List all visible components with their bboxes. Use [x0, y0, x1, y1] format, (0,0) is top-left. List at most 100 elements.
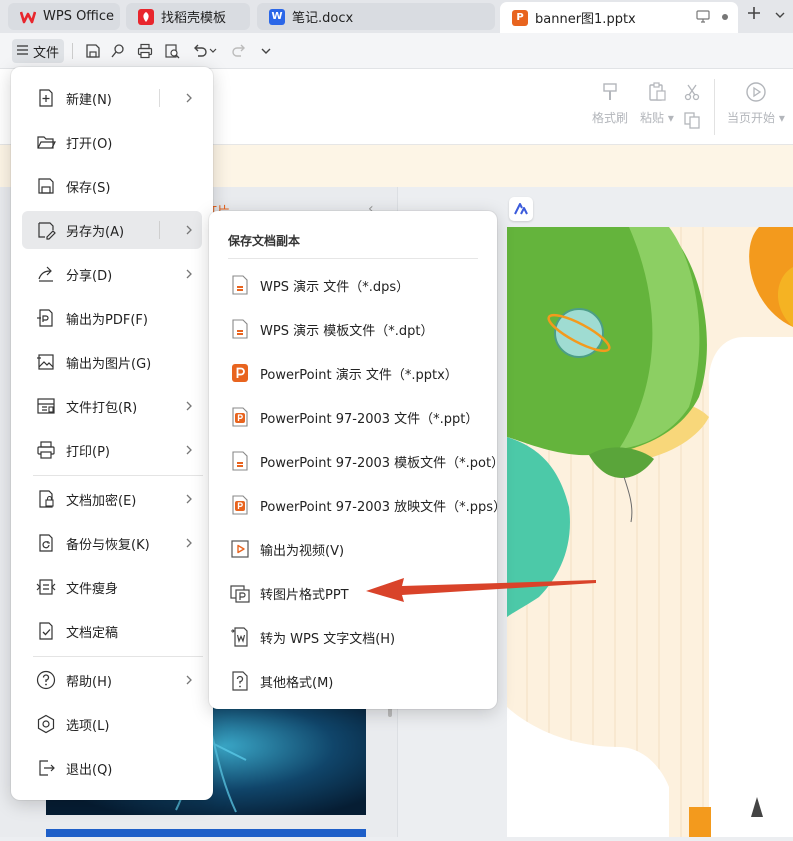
play-icon — [746, 82, 766, 102]
image-export-icon — [37, 354, 54, 370]
file-menu-item-open[interactable]: 打开(O) — [22, 123, 202, 161]
file-menu-item-label: 保存(S) — [66, 180, 111, 196]
format-painter-button[interactable]: 格式刷 — [592, 81, 628, 126]
export-video[interactable]: 输出为视频(V) — [219, 530, 487, 568]
save-icon[interactable] — [83, 41, 103, 61]
paste-icon — [649, 82, 666, 101]
file-menu-item-export-image[interactable]: 输出为图片(G) — [22, 343, 202, 381]
convert-wps-writer[interactable]: 转为 WPS 文字文档(H) — [219, 618, 487, 656]
ppt-file-icon — [232, 407, 248, 427]
folder-open-icon — [37, 136, 56, 149]
help-icon — [36, 670, 56, 690]
tab-wps-office[interactable]: WPS Office — [8, 3, 120, 30]
file-menu-item-save-as[interactable]: 另存为(A) — [22, 211, 202, 249]
redo-icon[interactable] — [229, 41, 249, 61]
monitor-icon[interactable] — [696, 10, 710, 27]
file-menu-item-exit[interactable]: 退出(Q) — [22, 749, 202, 787]
item-separator — [159, 221, 160, 239]
tab-docer-templates[interactable]: 找稻壳模板 — [126, 3, 250, 30]
save-icon — [38, 178, 54, 194]
print-icon[interactable] — [135, 41, 155, 61]
paste-button[interactable]: 粘贴 ▾ — [640, 81, 674, 126]
chevron-down-icon[interactable] — [775, 7, 785, 23]
file-menu-item-label: 打开(O) — [66, 136, 113, 152]
file-menu-item-label: 文档加密(E) — [66, 493, 137, 509]
save-as-ppt[interactable]: PowerPoint 97-2003 文件（*.ppt） — [219, 398, 487, 436]
menu-divider — [33, 475, 203, 476]
save-as-pot[interactable]: PowerPoint 97-2003 模板文件（*.pot） — [219, 442, 504, 480]
file-menu-item-finalize[interactable]: 文档定稿 — [22, 612, 202, 650]
save-as-item-label: WPS 演示 文件（*.dps） — [260, 279, 410, 295]
tab-label: banner图1.pptx — [535, 12, 636, 27]
backup-icon — [39, 534, 53, 552]
share-icon — [38, 266, 53, 282]
tab-label: 找稻壳模板 — [161, 11, 227, 26]
file-menu-item-options[interactable]: 选项(L) — [22, 705, 202, 743]
pptx-file-icon — [232, 364, 248, 382]
ai-assistant-icon[interactable] — [509, 197, 533, 221]
save-as-other-formats[interactable]: 其他格式(M) — [219, 662, 487, 700]
file-menu-item-label: 打印(P) — [66, 444, 110, 460]
submenu-header: 保存文档副本 — [228, 234, 301, 248]
file-menu-item-label: 退出(Q) — [66, 762, 113, 778]
file-menu-button[interactable]: 文件 — [12, 39, 64, 63]
save-as-item-label: PowerPoint 97-2003 模板文件（*.pot） — [260, 455, 505, 471]
tab-label: WPS Office — [43, 9, 115, 24]
file-menu-item-package[interactable]: 文件打包(R) — [22, 387, 202, 425]
tab-banner-pptx[interactable]: P banner图1.pptx — [500, 2, 738, 33]
file-menu-item-label: 文档定稿 — [66, 625, 119, 641]
exit-icon — [39, 760, 55, 776]
format-painter-icon[interactable] — [108, 41, 128, 61]
file-menu-item-new[interactable]: 新建(N) — [22, 79, 202, 117]
chevron-right-icon — [186, 445, 192, 455]
save-as-dps[interactable]: WPS 演示 文件（*.dps） — [219, 266, 487, 304]
submenu-divider — [228, 258, 478, 259]
format-painter-label: 格式刷 — [592, 111, 629, 125]
chevron-right-icon — [186, 401, 192, 411]
new-file-icon — [39, 89, 53, 107]
print-preview-icon[interactable] — [162, 41, 182, 61]
save-as-item-label: PowerPoint 97-2003 放映文件（*.pps） — [260, 499, 507, 515]
dps-file-icon — [232, 275, 248, 295]
chevron-right-icon — [186, 93, 192, 103]
unsaved-dot-icon — [722, 14, 728, 20]
word-icon: W — [269, 8, 285, 25]
file-menu-item-help[interactable]: 帮助(H) — [22, 661, 202, 699]
file-menu-item-label: 帮助(H) — [66, 674, 112, 690]
chevron-right-icon — [186, 269, 192, 279]
slide-thumbnail-next[interactable] — [46, 829, 366, 837]
save-as-icon — [38, 222, 56, 240]
file-menu-item-backup[interactable]: 备份与恢复(K) — [22, 524, 202, 562]
toolbar-divider — [72, 43, 73, 59]
chevron-right-icon — [186, 225, 192, 235]
item-separator — [159, 89, 160, 107]
file-menu-item-slim[interactable]: 文件瘦身 — [22, 568, 202, 606]
undo-dropdown-icon[interactable] — [207, 41, 219, 61]
start-from-current-button[interactable]: 当页开始 ▾ — [727, 81, 785, 126]
format-painter-icon — [603, 83, 617, 100]
more-chevron-icon[interactable] — [256, 41, 276, 61]
dpt-file-icon — [232, 319, 248, 339]
file-menu-item-label: 新建(N) — [66, 92, 112, 108]
copy-icon[interactable] — [683, 111, 701, 133]
save-as-pptx[interactable]: PowerPoint 演示 文件（*.pptx） — [219, 354, 487, 392]
file-menu-item-label: 分享(D) — [66, 268, 113, 284]
chevron-right-icon — [186, 538, 192, 548]
save-as-item-label: 其他格式(M) — [260, 675, 334, 691]
slim-icon — [36, 579, 56, 595]
pps-file-icon — [232, 495, 248, 515]
file-menu-item-encrypt[interactable]: 文档加密(E) — [22, 480, 202, 518]
file-menu-item-save[interactable]: 保存(S) — [22, 167, 202, 205]
save-as-pps[interactable]: PowerPoint 97-2003 放映文件（*.pps） — [219, 486, 506, 524]
tab-notes-docx[interactable]: W 笔记.docx — [257, 3, 495, 30]
file-menu-item-label: 输出为PDF(F) — [66, 312, 148, 328]
file-menu-item-share[interactable]: 分享(D) — [22, 255, 202, 293]
save-as-dpt[interactable]: WPS 演示 模板文件（*.dpt） — [219, 310, 487, 348]
video-export-icon — [231, 540, 249, 558]
file-menu-item-print[interactable]: 打印(P) — [22, 431, 202, 469]
annotation-arrow — [366, 578, 596, 602]
quick-access-toolbar: 文件 — [0, 33, 793, 69]
add-tab-icon[interactable] — [747, 6, 761, 24]
cut-icon[interactable] — [683, 83, 701, 105]
file-menu-item-export-pdf[interactable]: 输出为PDF(F) — [22, 299, 202, 337]
